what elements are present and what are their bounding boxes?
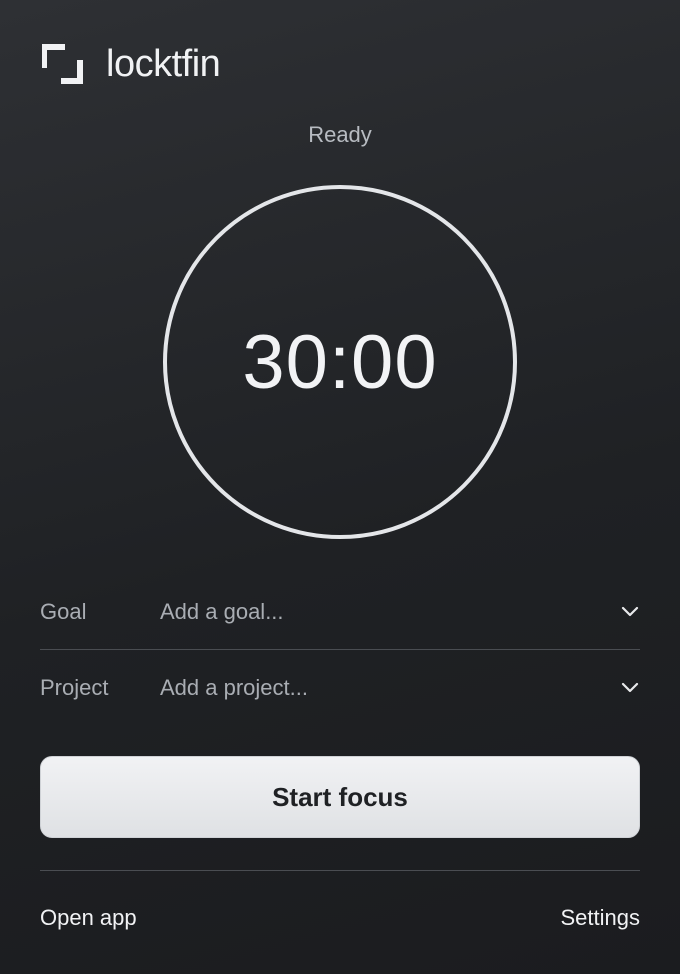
start-focus-button[interactable]: Start focus bbox=[40, 756, 640, 838]
project-placeholder: Add a project... bbox=[160, 675, 308, 700]
settings-link[interactable]: Settings bbox=[561, 905, 641, 931]
app-header: locktfin bbox=[42, 42, 221, 86]
goal-select[interactable]: Goal Add a goal... bbox=[40, 574, 640, 650]
open-app-link[interactable]: Open app bbox=[40, 905, 137, 931]
project-select[interactable]: Project Add a project... bbox=[40, 650, 640, 726]
goal-label: Goal bbox=[40, 598, 87, 624]
chevron-down-icon[interactable] bbox=[620, 602, 640, 622]
timer-display: 30:00 bbox=[242, 319, 438, 405]
bracket-frame-icon bbox=[42, 43, 84, 85]
chevron-down-icon[interactable] bbox=[620, 678, 640, 698]
timer-ring: 30:00 bbox=[163, 185, 517, 539]
project-label: Project bbox=[40, 675, 109, 700]
app-name: locktfin bbox=[106, 43, 221, 85]
footer-divider bbox=[40, 870, 640, 871]
goal-placeholder: Add a goal... bbox=[160, 598, 284, 624]
timer-status: Ready bbox=[308, 122, 372, 147]
